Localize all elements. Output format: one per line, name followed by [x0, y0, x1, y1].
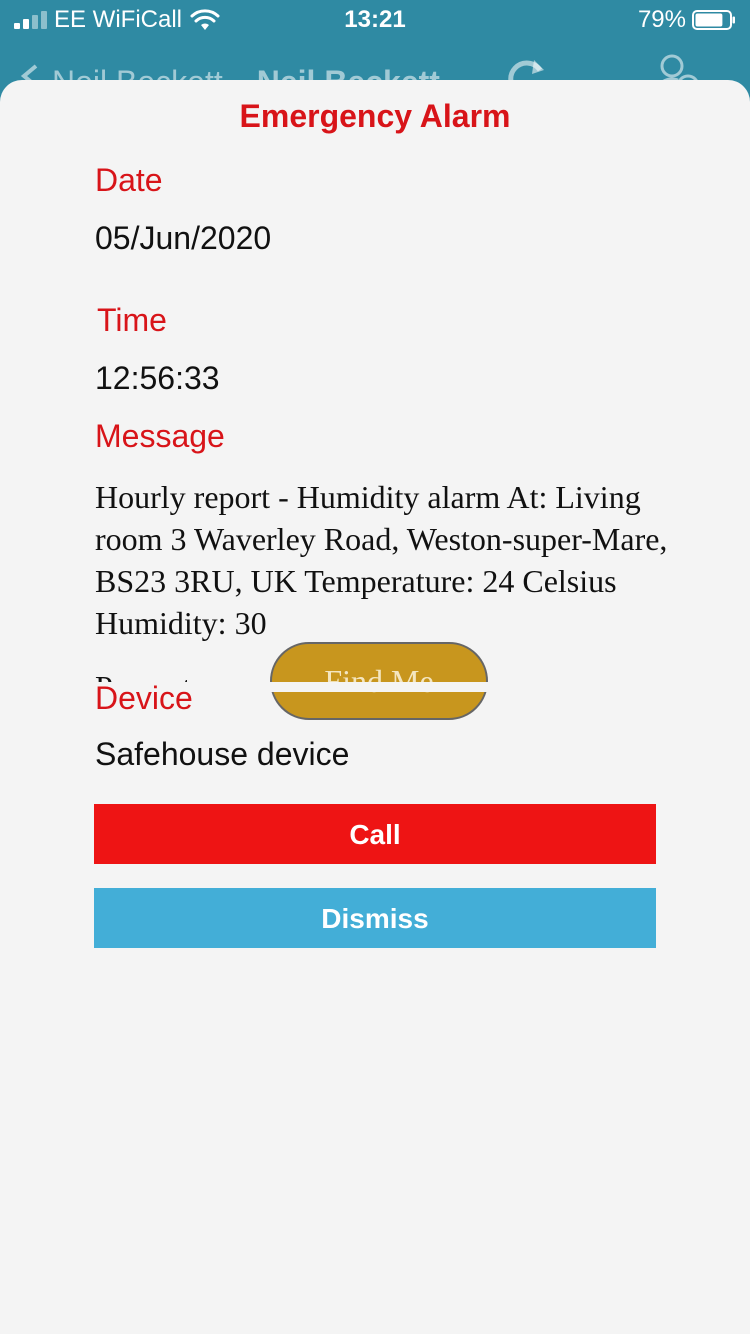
call-button[interactable]: Call	[94, 804, 656, 864]
message-label: Message	[95, 418, 225, 454]
find-me-button[interactable]: Find Me	[270, 642, 488, 720]
time-label: Time	[97, 302, 167, 338]
battery-percent: 79%	[637, 6, 686, 33]
time-value: 12:56:33	[95, 360, 220, 396]
date-label: Date	[95, 162, 163, 198]
device-label: Device	[95, 680, 193, 716]
date-value: 05/Jun/2020	[95, 220, 272, 256]
message-value: Hourly report - Humidity alarm At: Livin…	[95, 479, 668, 641]
device-value: Safehouse device	[95, 736, 350, 772]
emergency-alarm-sheet: Emergency Alarm Date 05/Jun/2020 Time 12…	[0, 80, 750, 1334]
status-bar: EE WiFiCall 13:21 79%	[0, 0, 750, 40]
alarm-title: Emergency Alarm	[239, 98, 511, 134]
battery-icon	[692, 10, 735, 30]
dismiss-button[interactable]: Dismiss	[94, 888, 656, 948]
